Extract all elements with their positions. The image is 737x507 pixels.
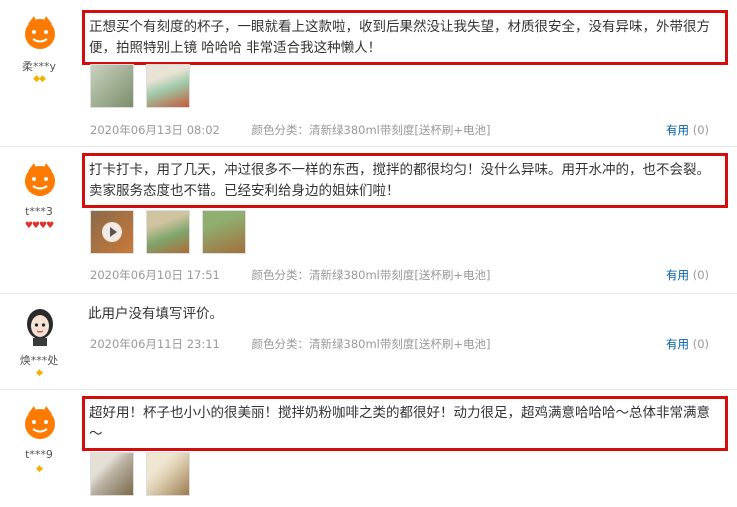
review-text: 此用户没有填写评价。 (88, 306, 223, 322)
useful-count: (0) (692, 337, 709, 351)
useful-button[interactable]: 有用 (0) (666, 122, 709, 138)
photo-thumbnail[interactable] (146, 64, 190, 108)
default-avatar-icon[interactable] (20, 402, 60, 442)
useful-label: 有用 (666, 268, 690, 282)
review-date: 2020年06月11日 23:11 (90, 337, 220, 351)
useful-label: 有用 (666, 123, 690, 137)
reviewer-info: 柔***y ◆◆ (0, 0, 78, 146)
reviewer-info: t***9 ◆ (0, 390, 78, 507)
member-level-icon: ♥♥♥♥ (24, 221, 54, 231)
default-avatar-icon[interactable] (20, 159, 60, 199)
spec-label: 颜色分类： (251, 268, 310, 282)
review-photos (90, 64, 190, 108)
spec-value: 清新绿380ml带刻度[送杯刷+电池] (309, 268, 491, 282)
reviewer-name: 柔***y (21, 60, 56, 73)
review-text: 正想买个有刻度的杯子，一眼就看上这款啦，收到后果然没让我失望，材质很安全，没有异… (82, 10, 728, 65)
member-level-icon: ◆◆ (33, 74, 46, 84)
photo-thumbnail[interactable] (146, 210, 190, 254)
reviewer-name: 焕***处 (19, 354, 59, 367)
member-level-icon: ◆ (36, 464, 43, 474)
useful-count: (0) (692, 268, 709, 282)
review-date: 2020年06月10日 17:51 (90, 268, 220, 282)
review-photos (90, 210, 246, 254)
useful-count: (0) (692, 123, 709, 137)
review-meta: 2020年06月10日 17:51 颜色分类：清新绿380ml带刻度[送杯刷+电… (90, 267, 490, 283)
photo-thumbnail[interactable] (90, 64, 134, 108)
video-thumbnail[interactable] (90, 210, 134, 254)
useful-label: 有用 (666, 337, 690, 351)
reviewer-info: 焕***处 ◆ (0, 294, 78, 389)
spec-label: 颜色分类： (251, 123, 310, 137)
spec-value: 清新绿380ml带刻度[送杯刷+电池] (309, 337, 491, 351)
reviewer-name: t***9 (25, 448, 53, 461)
default-avatar-icon[interactable] (20, 12, 60, 52)
member-level-icon: ◆ (36, 368, 43, 378)
play-icon (102, 222, 122, 242)
review-item: 柔***y ◆◆ 正想买个有刻度的杯子，一眼就看上这款啦，收到后果然没让我失望，… (0, 0, 737, 147)
spec-value: 清新绿380ml带刻度[送杯刷+电池] (309, 123, 491, 137)
review-date: 2020年06月13日 08:02 (90, 123, 220, 137)
review-meta: 2020年06月13日 08:02 颜色分类：清新绿380ml带刻度[送杯刷+电… (90, 122, 490, 138)
review-item: 焕***处 ◆ 此用户没有填写评价。 2020年06月11日 23:11 颜色分… (0, 294, 737, 390)
photo-thumbnail[interactable] (90, 452, 134, 496)
useful-button[interactable]: 有用 (0) (666, 267, 709, 283)
review-item: t***3 ♥♥♥♥ 打卡打卡，用了几天，冲过很多不一样的东西，搅拌的都很均匀！… (0, 147, 737, 294)
review-meta: 2020年06月11日 23:11 颜色分类：清新绿380ml带刻度[送杯刷+电… (90, 336, 490, 352)
avatar[interactable] (20, 306, 60, 346)
reviewer-info: t***3 ♥♥♥♥ (0, 147, 78, 293)
review-photos (90, 452, 190, 496)
review-text: 打卡打卡，用了几天，冲过很多不一样的东西，搅拌的都很均匀！没什么异味。用开水冲的… (82, 153, 728, 208)
review-text: 超好用！杯子也小小的很美丽！搅拌奶粉咖啡之类的都很好！动力很足，超鸡满意哈哈哈～… (82, 396, 728, 451)
review-item: t***9 ◆ 超好用！杯子也小小的很美丽！搅拌奶粉咖啡之类的都很好！动力很足，… (0, 390, 737, 507)
spec-label: 颜色分类： (251, 337, 310, 351)
photo-thumbnail[interactable] (202, 210, 246, 254)
reviewer-name: t***3 (25, 205, 53, 218)
useful-button[interactable]: 有用 (0) (666, 336, 709, 352)
photo-thumbnail[interactable] (146, 452, 190, 496)
